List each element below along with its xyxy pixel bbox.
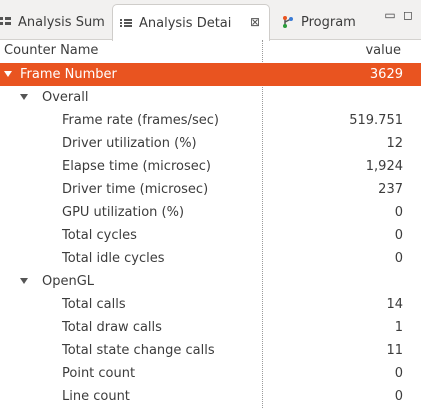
counter-value: 237 [378,182,403,197]
tree-row[interactable]: Total cycles 0 [0,224,421,247]
counter-value: 12 [386,136,403,151]
tab-analysis-summary[interactable]: Analysis Sum [0,4,110,40]
expand-toggle-icon[interactable] [20,94,28,100]
tree-row[interactable]: Total draw calls 1 [0,316,421,339]
expand-toggle-icon[interactable] [20,278,28,284]
counter-value: 0 [394,389,403,404]
counter-value: 1 [394,320,403,335]
counter-value: 0 [394,366,403,381]
maximize-icon[interactable]: ◻ [401,8,415,22]
branch-icon [281,15,295,29]
counter-name: Total idle cycles [62,251,165,266]
tab-label: Analysis Sum [18,14,105,30]
counter-value: 14 [386,297,403,312]
tab-analysis-detail[interactable]: Analysis Detai ⊠ [112,4,270,41]
tree-row[interactable]: Frame Number 3629 [0,63,421,86]
counter-name: Overall [42,90,89,105]
tree-row[interactable]: Overall [0,86,421,109]
counter-name: Driver utilization (%) [62,136,197,151]
counter-name: Total calls [62,297,126,312]
counter-name: Total cycles [62,228,137,243]
tree-row[interactable]: Total calls 14 [0,293,421,316]
counter-value: 0 [394,205,403,220]
counter-value: 1,924 [365,159,403,174]
counter-name: Frame Number [20,67,117,82]
tree-row[interactable]: Line count 0 [0,385,421,408]
counter-value: 0 [394,228,403,243]
counter-value: 0 [394,251,403,266]
counter-name: Total draw calls [62,320,162,335]
tree-row[interactable]: Frame rate (frames/sec) 519.751 [0,109,421,132]
counter-name: Line count [62,389,130,404]
counter-name: Driver time (microsec) [62,182,209,197]
grid-icon [0,15,12,29]
counter-name: Frame rate (frames/sec) [62,113,219,128]
minimize-icon[interactable]: ▭ [383,8,397,22]
counter-name: OpenGL [42,274,95,289]
counter-value: 519.751 [349,113,403,128]
tree-row[interactable]: Elapse time (microsec) 1,924 [0,155,421,178]
column-header-value[interactable]: value [365,43,401,58]
close-icon[interactable]: ⊠ [247,14,263,30]
counter-name: Elapse time (microsec) [62,159,211,174]
tab-program[interactable]: Program [275,4,367,40]
tree-row[interactable]: Total idle cycles 0 [0,247,421,270]
counter-name: GPU utilization (%) [62,205,185,220]
counter-value: 11 [386,343,403,358]
tab-label: Analysis Detai [139,15,232,31]
counter-value: 3629 [369,67,403,82]
counter-name: Point count [62,366,136,381]
counter-name: Total state change calls [62,343,215,358]
tree-column-header: Counter Name value [0,40,421,64]
column-header-counter-name[interactable]: Counter Name [4,43,98,58]
tree-row[interactable]: OpenGL [0,270,421,293]
tree-row[interactable]: Driver time (microsec) 237 [0,178,421,201]
expand-toggle-icon[interactable] [4,71,12,77]
tab-label: Program [301,14,356,30]
counter-tree: Frame Number 3629 Overall Frame rate (frame… [0,63,421,408]
tree-row[interactable]: Total state change calls 11 [0,339,421,362]
view-tab-bar: Analysis Sum Analysis Detai ⊠ Program ▭ … [0,0,421,41]
tree-row[interactable]: Driver utilization (%) 12 [0,132,421,155]
view-window-controls: ▭ ◻ [383,8,415,22]
tree-row[interactable]: Point count 0 [0,362,421,385]
list-icon [119,16,133,30]
tree-row[interactable]: GPU utilization (%) 0 [0,201,421,224]
